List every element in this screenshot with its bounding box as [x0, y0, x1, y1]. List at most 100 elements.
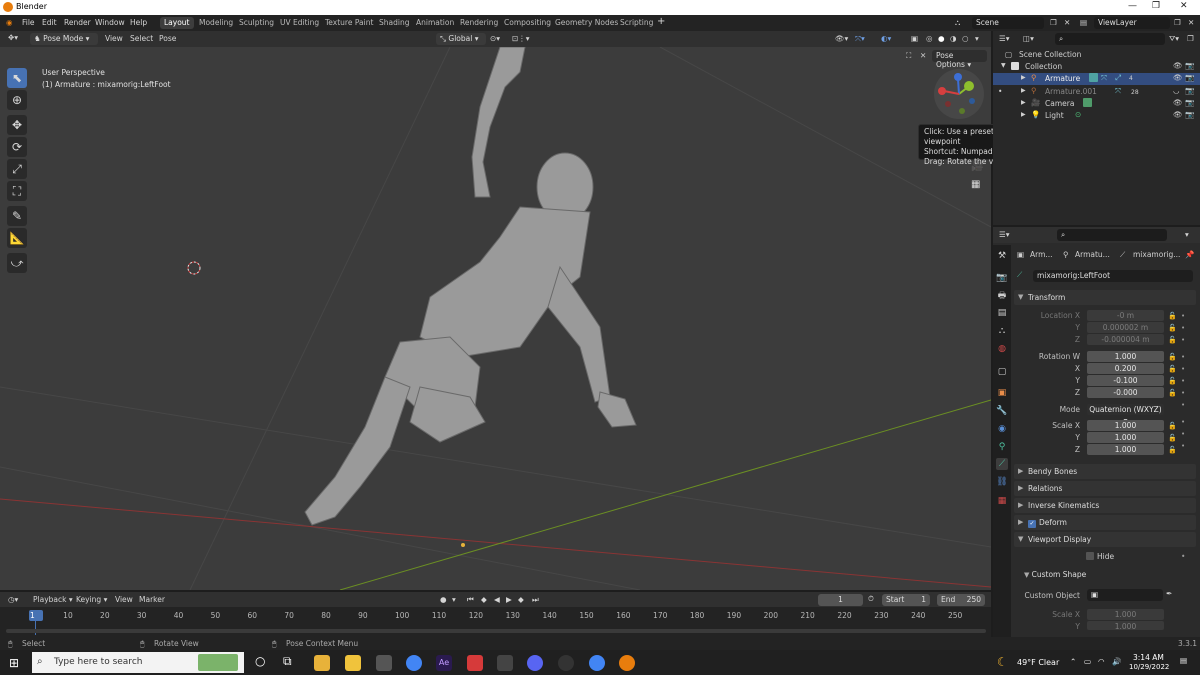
lock-icon[interactable]: 🔓	[1168, 375, 1180, 387]
tab-modeling[interactable]: Modeling	[195, 17, 237, 29]
keyframe-dot-icon[interactable]: •	[1181, 416, 1189, 428]
new-collection-icon[interactable]: ❐	[1187, 34, 1194, 43]
outliner-item-armature[interactable]: ▶ ⚲ Armature ⤧ ⤢ 4 👁 📷	[993, 73, 1200, 85]
outliner-item-light[interactable]: ▶ 💡 Light ⊙ 👁 📷	[993, 110, 1200, 122]
tab-output-icon[interactable]: 🖶	[996, 290, 1008, 302]
menu-marker[interactable]: Marker	[139, 595, 165, 604]
tab-shading[interactable]: Shading	[375, 17, 413, 29]
outliner-scene-collection[interactable]: ▢ Scene Collection	[993, 49, 1200, 61]
rendered-shading-icon[interactable]: ○	[962, 34, 969, 43]
tab-physics-icon[interactable]: ◉	[996, 423, 1008, 435]
lock-icon[interactable]: 🔓	[1168, 334, 1180, 346]
3d-viewport[interactable]: User Perspective (1) Armature : mixamori…	[0, 47, 991, 590]
menu-playback[interactable]: Playback ▾	[33, 595, 73, 604]
rotation-z-field[interactable]: -0.000	[1087, 387, 1164, 398]
keyframe-dot-icon[interactable]: •	[1181, 428, 1189, 440]
properties-search-input[interactable]: ⌕	[1057, 229, 1167, 241]
scale-z-field[interactable]: 1.000	[1087, 444, 1164, 455]
expand-arrow-icon[interactable]: ▶	[1021, 99, 1026, 106]
expand-arrow-icon[interactable]: ▶	[1021, 74, 1026, 81]
snap-icon[interactable]: ⊡⋮▾	[512, 34, 530, 43]
measure-tool[interactable]: 📐	[7, 228, 27, 248]
add-workspace-icon[interactable]: +	[657, 16, 665, 27]
custom-shape-subpanel-header[interactable]: ▼ Custom Shape	[1024, 570, 1194, 584]
tab-tool-icon[interactable]: ⚒	[996, 250, 1008, 262]
scene-icon[interactable]: ⛬	[955, 18, 960, 28]
rotation-w-field[interactable]: 1.000	[1087, 351, 1164, 362]
tab-object-data-icon[interactable]: ⚲	[996, 441, 1008, 453]
delete-view-layer-icon[interactable]: ✕	[1188, 18, 1194, 27]
task-view-icon[interactable]: ⧉	[283, 654, 292, 669]
tab-uv-editing[interactable]: UV Editing	[276, 17, 323, 29]
outliner-collection[interactable]: ▼ Collection 👁 📷	[993, 61, 1200, 73]
weather-label[interactable]: 49°F Clear	[1017, 658, 1059, 667]
new-scene-icon[interactable]: ❐	[1050, 18, 1057, 27]
armature-001-hidden-icon[interactable]: ◡	[1173, 86, 1180, 95]
tab-bone-constraints-icon[interactable]: ⛓	[996, 476, 1008, 488]
display-mode-icon[interactable]: ◫▾	[1023, 34, 1034, 43]
timeline-editor-icon[interactable]: ◷▾	[8, 595, 18, 604]
camera-visibility-icon[interactable]: 👁	[1173, 98, 1183, 107]
after-effects-icon[interactable]: Ae	[436, 655, 452, 671]
tab-geometry-nodes[interactable]: Geometry Nodes	[551, 17, 622, 29]
scale-y-field[interactable]: 1.000	[1087, 432, 1164, 443]
menu-window[interactable]: Window	[95, 18, 125, 27]
cursor-tool[interactable]: ⊕	[7, 90, 27, 110]
outliner-search-input[interactable]: ⌕	[1055, 33, 1165, 45]
app-icon-1[interactable]	[314, 655, 330, 671]
gizmo-x-handle[interactable]	[938, 87, 946, 95]
clock-date[interactable]: 10/29/2022	[1129, 663, 1169, 671]
gizmo-neg-z-handle[interactable]	[969, 98, 975, 104]
armature-visibility-icon[interactable]: 👁	[1173, 73, 1183, 82]
clock-app-icon[interactable]	[558, 655, 574, 671]
pose-options-button[interactable]: Pose Options ▾	[932, 50, 987, 69]
tab-view-layer-icon[interactable]: ▤	[996, 307, 1008, 319]
outliner-item-armature-001[interactable]: • ▶ ⚲ Armature.001 ⤧ 28 ◡ 📷	[993, 86, 1200, 98]
new-view-layer-icon[interactable]: ❐	[1174, 18, 1181, 27]
timeline-scrollbar[interactable]	[6, 629, 986, 633]
deform-checkbox[interactable]: ✓	[1028, 520, 1036, 528]
current-frame-field[interactable]: 1	[818, 594, 863, 606]
chrome-icon[interactable]	[406, 655, 422, 671]
jump-start-icon[interactable]: ⏮	[467, 595, 474, 605]
tab-collection-icon[interactable]: ▢	[996, 366, 1008, 378]
scale-tool[interactable]: ⤢	[7, 159, 27, 179]
camera-render-icon[interactable]: 📷	[1185, 98, 1194, 107]
menu-pose[interactable]: Pose	[159, 34, 176, 43]
select-box-tool[interactable]: ⬉	[7, 68, 27, 88]
hide-checkbox[interactable]	[1086, 552, 1094, 560]
rotate-tool[interactable]: ⟳	[7, 137, 27, 157]
location-x-field[interactable]: -0 m	[1087, 310, 1164, 321]
rotation-y-field[interactable]: -0.100	[1087, 375, 1164, 386]
collection-visibility-icon[interactable]: 👁	[1173, 61, 1183, 70]
keyframe-dot-icon[interactable]: •	[1181, 375, 1189, 387]
maximize-icon[interactable]: ❐	[1152, 1, 1160, 11]
menu-timeline-view[interactable]: View	[115, 595, 133, 604]
tab-texture-paint[interactable]: Texture Paint	[321, 17, 377, 29]
solid-shading-icon[interactable]: ●	[938, 34, 945, 43]
mode-selector[interactable]: ♞ Pose Mode ▾	[30, 33, 98, 45]
viewport-display-panel-header[interactable]: ▼ Viewport Display	[1014, 532, 1196, 547]
tab-modifiers-icon[interactable]: 🔧	[996, 405, 1008, 417]
relations-panel-header[interactable]: ▶ Relations	[1014, 481, 1196, 496]
editor-type-icon[interactable]: ✥▾	[8, 33, 18, 42]
custom-object-field[interactable]: ▣	[1087, 589, 1163, 601]
tab-layout[interactable]: Layout	[160, 17, 194, 29]
play-icon[interactable]: ▶	[506, 595, 512, 604]
keyframe-dot-icon[interactable]: •	[1181, 387, 1189, 399]
menu-render[interactable]: Render	[64, 18, 91, 27]
inverse-kinematics-panel-header[interactable]: ▶ Inverse Kinematics	[1014, 498, 1196, 513]
transform-orientation-selector[interactable]: ⤡ Global ▾	[436, 33, 486, 45]
properties-editor-icon[interactable]: ☰▾	[999, 230, 1010, 239]
network-icon[interactable]: ▭	[1084, 657, 1091, 666]
blender-menu-icon[interactable]: ◉	[6, 18, 13, 27]
keyframe-dot-icon[interactable]: •	[1181, 310, 1189, 322]
tray-chevron-icon[interactable]: ⌃	[1070, 657, 1076, 666]
filter-icon[interactable]: ⛛▾	[1169, 34, 1179, 44]
collection-checkbox[interactable]	[1011, 62, 1019, 70]
menu-select[interactable]: Select	[130, 34, 153, 43]
menu-view[interactable]: View	[105, 34, 123, 43]
view-layer-selector[interactable]: ViewLayer	[1094, 17, 1170, 29]
view-layer-icon[interactable]: ▤	[1080, 18, 1087, 27]
bone-name-field[interactable]: mixamorig:LeftFoot	[1033, 270, 1193, 282]
